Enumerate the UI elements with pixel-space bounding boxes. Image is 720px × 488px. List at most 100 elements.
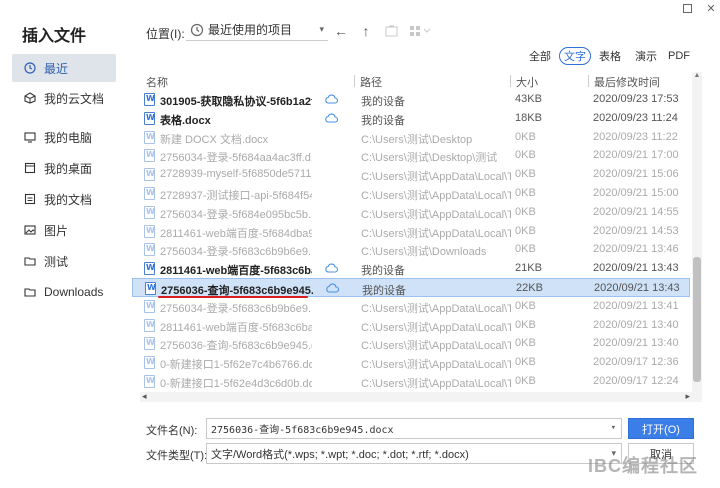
column-header-modified[interactable]: 最后修改时间 (594, 74, 660, 90)
word-doc-icon (144, 356, 155, 370)
table-row[interactable]: 2811461-web端百度-5f684dba9... C:\Users\测试\A… (132, 222, 690, 241)
table-row[interactable]: 新建 DOCX 文档.docx C:\Users\测试\Desktop 0KB 202… (132, 128, 690, 147)
file-path: C:\Users\测试\AppData\Local\T... (361, 359, 511, 372)
file-modified: 2020/09/21 13:43 (594, 282, 680, 294)
file-path: C:\Users\测试\AppData\Local\T... (361, 302, 511, 315)
file-size: 21KB (515, 262, 542, 275)
table-row[interactable]: 2756036-查询-5f683c6b9e945.d...我的设备22KB202… (132, 278, 690, 297)
table-row[interactable]: 2756034-登录-5f684aa4ac3ff.d... C:\Users\测试… (132, 146, 690, 165)
table-row[interactable]: 2756034-登录-5f683c6b9b6e9.... C:\Users\测试\… (132, 240, 690, 259)
file-name: 2756036-查询-5f683c6b9e945.d... (160, 340, 312, 353)
filter-tab-2[interactable]: 表格 (596, 47, 624, 65)
table-row[interactable]: 2756034-登录-5f684e095bc5b.... C:\Users\测试\… (132, 203, 690, 222)
scroll-right-icon[interactable]: ▸ (685, 391, 690, 402)
dialog-title: 插入文件 (22, 28, 87, 45)
file-size: 0KB (515, 149, 536, 162)
word-doc-icon (144, 149, 155, 163)
open-button[interactable]: 打开(O) (628, 418, 694, 439)
file-name: 301905-获取隐私协议-5f6b1a2f3... (160, 96, 312, 108)
word-doc-icon (144, 318, 155, 332)
vertical-scrollbar[interactable]: ▲ (692, 72, 702, 402)
sidebar-item-1[interactable]: 我的云文档 (12, 84, 116, 112)
table-row[interactable]: 301905-获取隐私协议-5f6b1a2f3... 我的设备 43KB 2020/0… (132, 90, 690, 109)
file-modified: 2020/09/23 11:22 (593, 130, 678, 143)
arrow-up-icon: ↑ (362, 23, 370, 39)
column-header-size[interactable]: 大小 (516, 74, 538, 90)
table-header: 名称 路径 大小 最后修改时间 (142, 72, 690, 90)
file-modified: 2020/09/17 12:24 (593, 375, 679, 387)
sidebar-item-label: 我的桌面 (44, 161, 93, 176)
file-size: 0KB (515, 356, 536, 369)
table-row[interactable]: 表格.docx 我的设备 18KB 2020/09/23 11:24 (132, 109, 690, 128)
horizontal-scrollbar[interactable]: ◂ ▸ (140, 391, 692, 402)
file-path: C:\Users\测试\AppData\Local\T... (361, 227, 511, 240)
folder-icon (24, 255, 36, 267)
column-header-path[interactable]: 路径 (360, 74, 382, 90)
file-name: 2811461-web端百度-5f683c6ba... (160, 265, 312, 278)
table-row[interactable]: 2811461-web端百度-5f683c6ba... 我的设备 21KB 2020/… (132, 259, 690, 278)
view-mode-button[interactable] (408, 22, 434, 40)
word-doc-icon (144, 187, 155, 200)
file-modified: 2020/09/17 12:36 (593, 356, 679, 369)
location-select[interactable]: 最近使用的项目 ▾ (186, 19, 328, 41)
new-folder-button[interactable] (382, 22, 400, 40)
watermark: IBC编程社区 (588, 456, 698, 476)
recent-folder-icon (190, 23, 204, 36)
table-row[interactable]: 0-新建接口1-5f62e7c4b6766.docx C:\Users\测试\Ap… (132, 353, 690, 372)
sidebar-item-2[interactable]: 我的电脑 (12, 123, 116, 151)
folder-icon (24, 286, 36, 298)
maximize-button[interactable] (676, 0, 698, 16)
sidebar-item-label: 最近 (44, 61, 69, 76)
sidebar-item-3[interactable]: 我的桌面 (12, 154, 116, 182)
file-size: 0KB (515, 375, 536, 387)
filetype-select[interactable]: 文字/Word格式(*.wps; *.wpt; *.doc; *.dot; *.… (206, 443, 622, 464)
annotation-underline (158, 296, 308, 298)
table-row[interactable]: 2756034-登录-5f683c6b9b6e9.... C:\Users\测试\… (132, 297, 690, 316)
column-header-name[interactable]: 名称 (146, 74, 168, 90)
up-folder-button[interactable]: ↑ (357, 22, 375, 40)
file-path: C:\Users\测试\AppData\Local\T... (361, 340, 511, 353)
file-modified: 2020/09/21 13:46 (593, 243, 679, 256)
file-modified: 2020/09/21 15:00 (593, 187, 679, 199)
sidebar-item-6[interactable]: 测试 (12, 247, 116, 275)
sidebar: 插入文件 最近我的云文档我的电脑我的桌面我的文档图片测试 Downloads (0, 0, 128, 488)
sidebar-item-0[interactable]: 最近 (12, 54, 116, 82)
word-doc-icon (144, 224, 155, 238)
table-row[interactable]: 2756036-查询-5f683c6b9e945.d... C:\Users\测试… (132, 334, 690, 353)
filter-tab-0[interactable]: 全部 (526, 47, 554, 65)
file-modified: 2020/09/21 13:40 (593, 318, 679, 331)
word-doc-icon (144, 243, 155, 257)
file-name: 2756034-登录-5f683c6b9b6e9.... (160, 302, 312, 315)
word-doc-icon (144, 375, 155, 388)
sidebar-item-4[interactable]: 我的文档 (12, 185, 116, 213)
close-icon: ✕ (706, 2, 716, 15)
file-name: 新建 DOCX 文档.docx (160, 133, 269, 146)
file-modified: 2020/09/23 17:53 (593, 93, 679, 105)
table-row[interactable]: 2728937-测试接口-api-5f684f54... C:\Users\测试\… (132, 184, 690, 203)
filter-tab-3[interactable]: 演示 (632, 47, 660, 65)
filter-tab-1[interactable]: 文字 (559, 47, 591, 65)
filter-tab-4[interactable]: PDF (666, 47, 692, 65)
sidebar-item-label: 测试 (44, 254, 69, 269)
table-row[interactable]: 0-新建接口1-5f62e4d3c6d0b.do... C:\Users\测试\A… (132, 372, 690, 391)
back-button[interactable]: ← (332, 22, 350, 40)
file-path: 我的设备 (361, 96, 405, 108)
chevron-down-icon[interactable]: ▾ (611, 423, 616, 433)
scrollbar-thumb[interactable] (693, 257, 701, 382)
filename-input[interactable]: 2756036-查询-5f683c6b9e945.docx ▾ (206, 418, 622, 439)
close-button[interactable]: ✕ (700, 0, 720, 16)
sidebar-item-label: 我的文档 (44, 192, 93, 207)
sidebar-item-7[interactable]: Downloads (12, 278, 116, 306)
chevron-down-icon: ▾ (319, 24, 324, 34)
file-size: 22KB (516, 282, 543, 294)
file-path: C:\Users\测试\AppData\Local\T... (361, 208, 511, 221)
file-name: 2811461-web端百度-5f683c6ba... (160, 321, 312, 334)
file-path: C:\Users\测试\AppData\Local\T... (361, 378, 511, 390)
scroll-left-icon[interactable]: ◂ (142, 391, 147, 402)
table-row[interactable]: 2811461-web端百度-5f683c6ba... C:\Users\测试\A… (132, 316, 690, 335)
sidebar-item-5[interactable]: 图片 (12, 216, 116, 244)
scroll-up-icon[interactable]: ▲ (692, 72, 702, 82)
cloud-icon (325, 282, 340, 294)
file-modified: 2020/09/23 11:24 (593, 111, 678, 124)
table-row[interactable]: 2728939-myself-5f6850de5711... C:\Users\测… (132, 165, 690, 184)
